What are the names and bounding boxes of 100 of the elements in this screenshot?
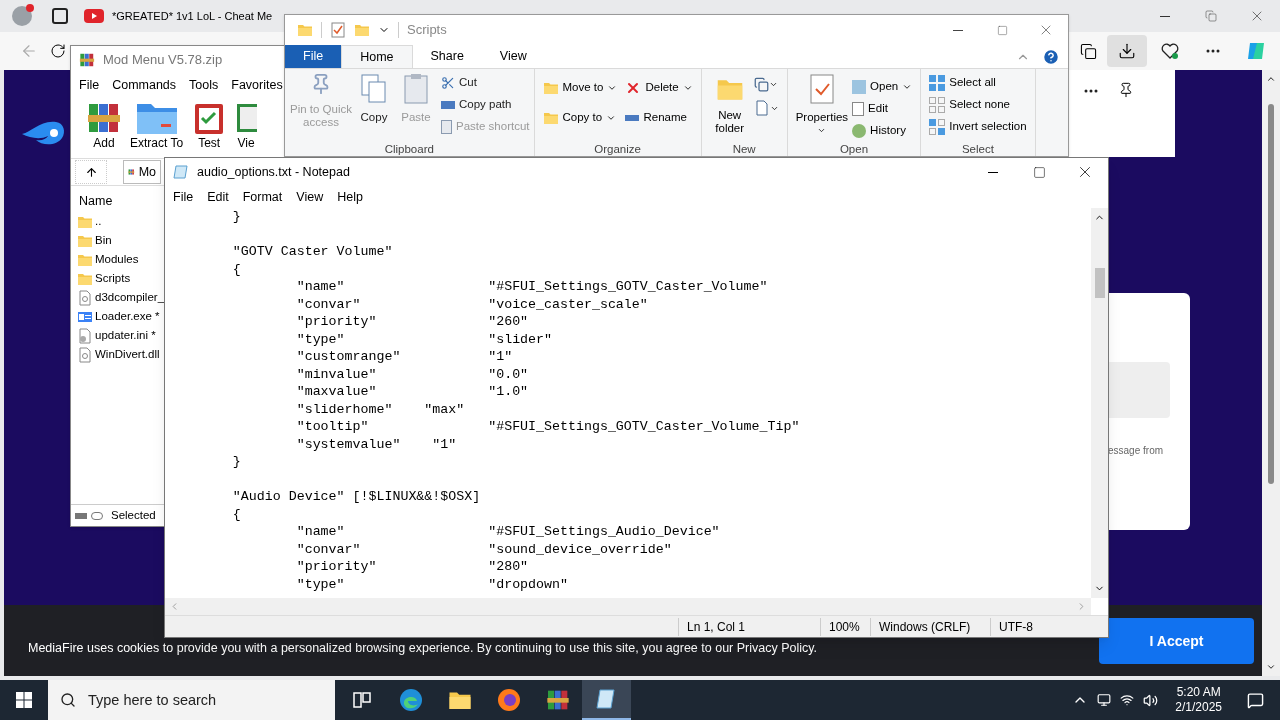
windows-logo-icon (16, 692, 32, 708)
text-line: "maxvalue" "1.0" (295, 383, 529, 401)
new-folder-button[interactable]: New folder (709, 73, 750, 142)
menu-item[interactable]: File (79, 75, 100, 95)
device-icon[interactable] (1097, 693, 1112, 707)
ribbon-tab[interactable]: File (285, 45, 342, 68)
file-row[interactable]: Loader.exe * (77, 307, 160, 326)
tab-actions-icon[interactable] (52, 8, 68, 24)
page-icon (852, 102, 865, 116)
grid-icon (929, 97, 946, 113)
open-button[interactable]: Open (852, 77, 913, 97)
menu-item[interactable]: Commands (112, 75, 177, 95)
file-row[interactable]: .. (77, 212, 102, 231)
refresh-button[interactable] (50, 43, 66, 59)
file-row[interactable]: d3dcompiler_ (77, 288, 165, 307)
text-line: "convar" "sound_device_override" (295, 540, 672, 558)
file-row[interactable]: Scripts (77, 269, 131, 288)
play-icon (84, 8, 104, 24)
restore-icon (1205, 10, 1217, 22)
column-header[interactable]: Name (71, 190, 121, 212)
folder-icon (542, 80, 559, 96)
text-line: "name" "#SFUI_Settings_GOTV_Caster_Volume" (295, 278, 768, 296)
taskbar-app[interactable] (582, 680, 631, 720)
volume-icon[interactable] (1143, 692, 1159, 708)
cookie-text: MediaFire uses cookies to provide you with a personalized browsing experience. By continuing to use this site, you agree to our Privacy Policy. (28, 641, 818, 655)
task-view-icon (351, 690, 372, 710)
history-button[interactable]: History (852, 121, 913, 141)
menu-item[interactable]: Tools (189, 75, 219, 95)
menu-item[interactable]: View (296, 187, 324, 207)
search-field[interactable]: Type here to search (48, 680, 335, 720)
properties-icon[interactable] (330, 22, 346, 38)
copy-to-button[interactable]: Copy to (542, 107, 618, 129)
copy-path-button[interactable]: Copy path (441, 95, 530, 115)
notifications-icon[interactable] (1247, 691, 1264, 709)
up-arrow-icon (84, 165, 98, 179)
file-row[interactable]: WinDivert.dll (77, 345, 160, 364)
ribbon-tab[interactable]: Home (341, 45, 413, 68)
rename-button[interactable]: Rename (625, 107, 693, 129)
toolbar-button[interactable]: Test (188, 100, 231, 150)
path-field[interactable]: Mo (123, 160, 161, 184)
accept-button[interactable]: I Accept (1099, 618, 1254, 664)
folder-icon (297, 22, 313, 38)
cut-button[interactable]: Cut (441, 73, 530, 93)
text-line: } (231, 453, 241, 471)
collections-icon (1079, 42, 1097, 60)
help-icon[interactable] (1042, 47, 1060, 66)
select-all-button[interactable]: Select all (929, 73, 1027, 93)
ribbon-tab[interactable]: View (481, 45, 545, 68)
ribbon-tab[interactable]: Share (412, 45, 482, 68)
clipboard-icon (402, 73, 430, 105)
invert-selection-button[interactable]: Invert selection (929, 117, 1027, 137)
folder-icon (542, 110, 559, 126)
text-line: "sliderhome" "max" (295, 400, 465, 418)
move-to-button[interactable]: Move to (542, 77, 618, 99)
windows-stack-icon (753, 77, 769, 92)
scrollbar[interactable] (1262, 70, 1280, 676)
documents-icon (360, 73, 388, 105)
refresh-icon (50, 43, 66, 59)
menu-item[interactable]: Help (337, 187, 363, 207)
toolbar-button[interactable]: Extract To (127, 100, 187, 150)
copy-button[interactable]: Copy (353, 73, 395, 142)
grid-icon (929, 119, 946, 135)
profile-icon[interactable] (12, 6, 32, 26)
delete-button[interactable]: Delete (625, 77, 693, 99)
more-icon (1206, 49, 1220, 53)
text-line: "convar" "voice_caster_scale" (295, 295, 648, 313)
group-label: Open (839, 142, 869, 156)
pin-icon (1118, 82, 1134, 98)
file-row[interactable]: updater.ini * (77, 326, 156, 345)
edit-button[interactable]: Edit (852, 99, 913, 119)
toolbar-button[interactable]: Vie (232, 100, 261, 150)
horizontal-scrollbar[interactable] (165, 598, 1091, 615)
select-none-button[interactable]: Select none (929, 95, 1027, 115)
up-button[interactable] (75, 160, 107, 184)
download-button[interactable] (1107, 35, 1147, 67)
grid-icon (929, 75, 946, 91)
new-item-button[interactable] (753, 77, 779, 92)
menu-item[interactable]: File (173, 187, 194, 207)
menu-item[interactable]: Format (242, 187, 283, 207)
properties-button[interactable]: Properties (795, 73, 849, 142)
network-icon[interactable] (1120, 693, 1135, 707)
browser-swirl-icon (398, 688, 423, 712)
menu-item[interactable]: Edit (207, 187, 229, 207)
clock[interactable]: 5:20 AM 2/1/2025 (1167, 685, 1230, 715)
maximize-icon (996, 24, 1008, 36)
easy-access-button[interactable] (753, 100, 779, 116)
minimize-icon (1160, 15, 1170, 17)
fox-globe-icon (496, 688, 521, 712)
menu-item[interactable]: Favorites (231, 75, 283, 95)
pin-button[interactable] (1118, 82, 1134, 98)
text-line: "type" "dropdown" (295, 575, 568, 593)
card-text: essage from (1108, 444, 1164, 458)
file-icon (77, 289, 93, 306)
file-row[interactable]: Modules (77, 250, 139, 269)
text-line: "systemvalue" "1" (295, 435, 457, 453)
file-row[interactable]: Bin (77, 231, 112, 250)
maximize-icon (1032, 165, 1046, 179)
toolbar-button[interactable]: Add (83, 100, 125, 150)
vertical-scrollbar[interactable] (1091, 208, 1108, 598)
caret-icon (768, 80, 778, 89)
